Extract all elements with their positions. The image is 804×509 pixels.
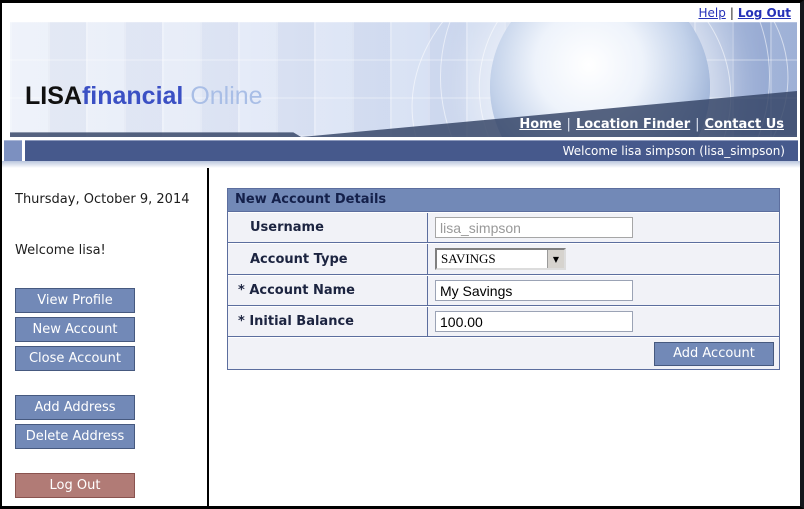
form-title: New Account Details	[228, 189, 779, 212]
account-name-label: * Account Name	[228, 276, 428, 305]
sidebar: Thursday, October 9, 2014 Welcome lisa! …	[2, 168, 207, 506]
initial-balance-label: * Initial Balance	[228, 307, 428, 336]
logo-part-online: Online	[183, 82, 262, 110]
username-row: Username	[228, 212, 779, 243]
account-type-row: Account Type SAVINGS ▼	[228, 243, 779, 275]
username-label: Username	[228, 213, 428, 242]
new-account-form: New Account Details Username Account Typ…	[227, 188, 780, 370]
logo-part-lisa: LISA	[25, 82, 82, 110]
content-top-fade	[2, 161, 800, 168]
main-nav: Home | Location Finder | Contact Us	[519, 117, 784, 132]
app-window: Help | Log Out LISAfinancial Online Home…	[0, 0, 804, 509]
nav-separator: |	[695, 117, 699, 132]
sidebar-date: Thursday, October 9, 2014	[15, 192, 207, 207]
welcome-bar-strip: Welcome lisa simpson (lisa_simpson)	[25, 140, 798, 161]
welcome-user-text: Welcome lisa simpson (lisa_simpson)	[563, 144, 785, 158]
close-account-button[interactable]: Close Account	[15, 346, 135, 371]
initial-balance-field[interactable]	[435, 311, 633, 332]
view-profile-button[interactable]: View Profile	[15, 288, 135, 313]
chevron-down-icon[interactable]: ▼	[547, 250, 564, 268]
logout-button[interactable]: Log Out	[15, 473, 135, 498]
help-link[interactable]: Help	[698, 6, 725, 20]
welcome-bar: Welcome lisa simpson (lisa_simpson)	[2, 140, 800, 161]
username-field[interactable]	[435, 217, 633, 238]
delete-address-button[interactable]: Delete Address	[15, 424, 135, 449]
nav-separator: |	[567, 117, 571, 132]
initial-balance-cell	[428, 307, 779, 336]
initial-balance-row: * Initial Balance	[228, 306, 779, 337]
account-name-field[interactable]	[435, 280, 633, 301]
account-type-cell: SAVINGS ▼	[428, 244, 779, 274]
brand-logo: LISAfinancial Online	[25, 82, 263, 111]
logout-link[interactable]: Log Out	[738, 6, 791, 20]
add-address-button[interactable]: Add Address	[15, 395, 135, 420]
content-area: Thursday, October 9, 2014 Welcome lisa! …	[2, 168, 800, 506]
account-type-label: Account Type	[228, 244, 428, 274]
logo-part-financial: financial	[82, 82, 183, 110]
main-content: New Account Details Username Account Typ…	[209, 168, 800, 506]
nav-link-location-finder[interactable]: Location Finder	[576, 117, 690, 132]
top-links-bar: Help | Log Out	[2, 3, 800, 22]
new-account-button[interactable]: New Account	[15, 317, 135, 342]
username-cell	[428, 213, 779, 242]
sidebar-greeting: Welcome lisa!	[15, 243, 207, 258]
account-type-select[interactable]: SAVINGS ▼	[435, 248, 566, 270]
form-footer: Add Account	[228, 337, 779, 369]
nav-link-home[interactable]: Home	[519, 117, 561, 132]
header-banner: LISAfinancial Online Home | Location Finde…	[10, 22, 797, 137]
account-name-row: * Account Name	[228, 275, 779, 306]
account-type-selected-value: SAVINGS	[437, 250, 547, 268]
sidebar-button-group-accounts: View Profile New Account Close Account A…	[15, 288, 207, 498]
add-account-button[interactable]: Add Account	[654, 342, 774, 366]
top-links-separator: |	[730, 6, 734, 20]
welcome-bar-accent-square	[4, 140, 22, 161]
nav-link-contact-us[interactable]: Contact Us	[705, 117, 784, 132]
account-name-cell	[428, 276, 779, 305]
